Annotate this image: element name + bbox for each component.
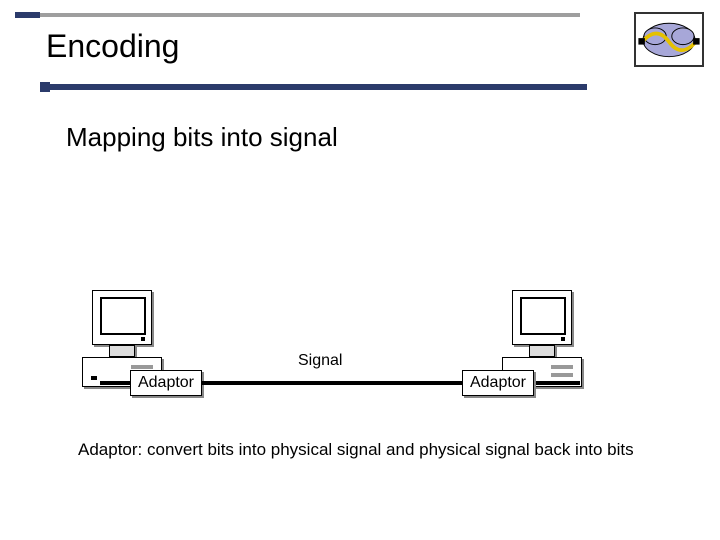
adaptor-box-left: Adaptor bbox=[130, 370, 202, 396]
mid-rule-marker bbox=[40, 82, 50, 92]
top-rule-accent bbox=[15, 12, 40, 18]
cloud-wave-icon bbox=[634, 12, 704, 67]
signal-label: Signal bbox=[298, 352, 342, 370]
slide-title: Encoding bbox=[46, 28, 179, 65]
slide-subtitle: Mapping bits into signal bbox=[66, 122, 338, 153]
mid-rule-dark bbox=[50, 84, 587, 90]
wire-stub-right bbox=[534, 381, 580, 385]
signal-line bbox=[202, 381, 462, 385]
top-rule-light bbox=[40, 13, 580, 17]
adaptor-box-right: Adaptor bbox=[462, 370, 534, 396]
wire-stub-left bbox=[100, 381, 130, 385]
encoding-diagram: Adaptor Adaptor Signal bbox=[82, 290, 642, 460]
slide: Encoding Mapping bits into signal Adapto… bbox=[0, 0, 720, 540]
diagram-caption: Adaptor: convert bits into physical sign… bbox=[78, 440, 634, 460]
